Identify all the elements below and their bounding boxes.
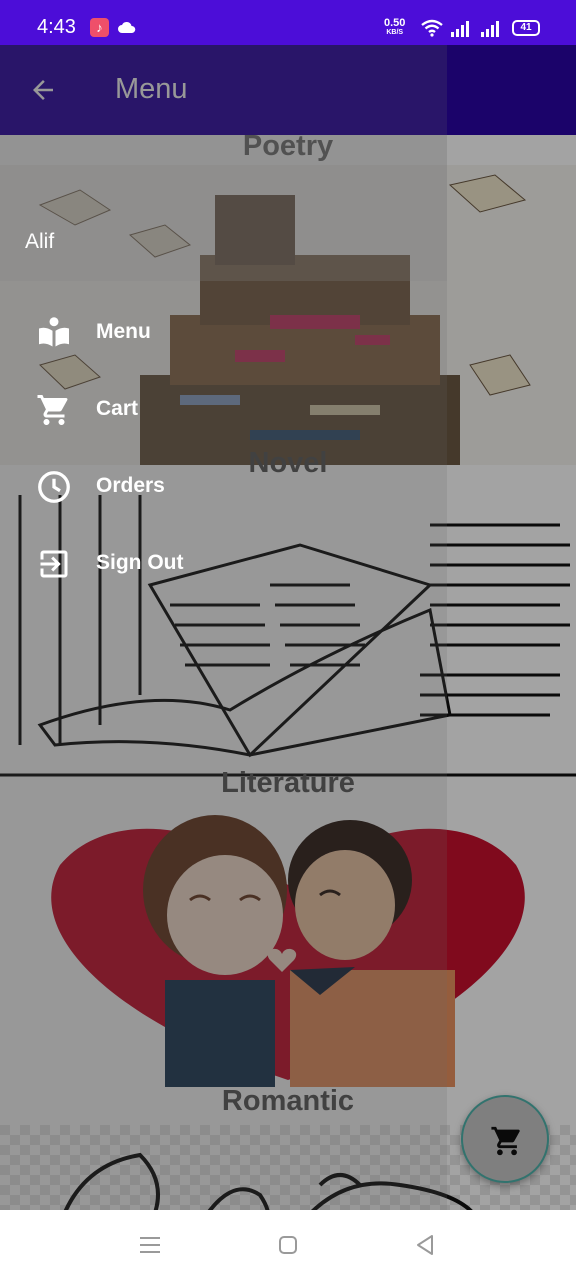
recent-apps-icon[interactable] [139,1235,161,1255]
signal-icon [481,21,499,37]
drawer-item-label: Menu [96,320,151,343]
drawer-item-orders[interactable]: Orders [0,454,447,520]
drawer-item-label: Cart [96,397,139,420]
signal-icon [451,21,469,37]
back-triangle-icon[interactable] [414,1234,436,1256]
network-speed-value: 0.50 [384,17,406,29]
network-speed-unit: KB/S [386,29,404,36]
navigation-drawer: Alif Menu Cart Orders Sign Out [0,45,447,1210]
battery-icon: 41 [512,20,540,36]
system-nav-bar [0,1210,576,1280]
clock-icon [38,471,70,503]
network-speed: 0.50 KB/S [384,18,405,38]
drawer-item-label: Orders [96,474,165,497]
menu-book-icon [39,317,69,347]
drawer-item-label: Sign Out [96,551,184,574]
wifi-icon [421,19,443,37]
drawer-header [0,135,447,281]
sign-out-icon [40,550,68,578]
status-bar: 4:43 ♪ 0.50 KB/S 41 [0,0,576,45]
status-time: 4:43 [37,16,76,38]
drawer-user-name: Alif [25,230,55,253]
home-icon[interactable] [278,1235,298,1255]
cart-icon [37,395,68,425]
music-app-icon: ♪ [90,18,109,37]
drawer-item-sign-out[interactable]: Sign Out [0,531,447,597]
cloud-icon [118,21,136,33]
drawer-item-menu[interactable]: Menu [0,300,447,366]
drawer-item-cart[interactable]: Cart [0,377,447,443]
